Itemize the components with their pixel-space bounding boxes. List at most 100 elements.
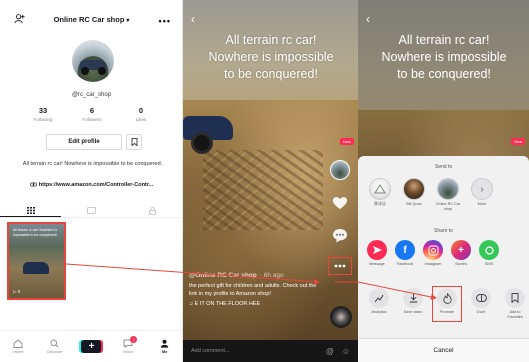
video-headline: All terrain rc car! Nowhere is impossibl… — [191, 32, 351, 83]
tab-videos[interactable] — [0, 204, 61, 217]
message-icon — [367, 240, 387, 260]
music-title[interactable]: ♫ E IT ON THE FLOOR HEE — [189, 301, 319, 307]
nav-discover[interactable]: Discover — [40, 339, 70, 354]
bookmark-icon — [131, 138, 138, 146]
stat-following[interactable]: 33 Following — [22, 106, 64, 122]
share-sms[interactable]: SMS — [478, 240, 500, 266]
profile-link[interactable]: https://www.amazon.com/Controller-Contr.… — [0, 182, 182, 188]
share-label: Facebook — [396, 262, 414, 266]
plus-icon: + — [81, 340, 102, 353]
nav-me[interactable]: Me — [150, 339, 180, 354]
action-label: Add to Favorites — [507, 310, 523, 319]
share-label: Instagram — [424, 262, 442, 266]
save-video-button[interactable]: Save video — [400, 288, 426, 320]
stat-followers[interactable]: 6 Followers — [71, 106, 113, 122]
more-menu-icon[interactable]: ••• — [159, 16, 171, 26]
share-instagram[interactable]: Instagram — [422, 240, 444, 266]
mention-icon[interactable]: @ — [326, 347, 334, 356]
stat-likes[interactable]: 0 Likes — [120, 106, 162, 122]
share-screen: ‹ All terrain rc car! Nowhere is impossi… — [358, 0, 529, 362]
heart-outline-icon — [87, 207, 96, 214]
stories-icon: + — [451, 240, 471, 260]
edit-profile-button[interactable]: Edit profile — [46, 134, 122, 150]
send-to-row: 陈冰洁 Bill Quan Online RC Car shop › More — [366, 178, 496, 212]
video-headline: All terrain rc car! Nowhere is impossibl… — [364, 32, 524, 83]
profile-header: Online RC Car shop ▾ ••• — [0, 12, 182, 30]
rc-car-image — [183, 112, 238, 154]
profile-link-text: https://www.amazon.com/Controller-Contr.… — [38, 182, 154, 188]
comment-icon[interactable] — [332, 228, 348, 243]
music-disc[interactable] — [330, 306, 352, 328]
contact-item[interactable]: Online RC Car shop — [434, 178, 462, 212]
stat-label: Likes — [135, 117, 147, 122]
tab-private[interactable] — [122, 204, 182, 217]
contact-avatar — [403, 178, 425, 200]
facebook-icon: f — [395, 240, 415, 260]
duet-icon — [471, 288, 491, 308]
emoji-icon[interactable]: ☺ — [342, 347, 350, 356]
nav-label: Discover — [47, 349, 63, 354]
back-icon[interactable]: ‹ — [191, 12, 195, 26]
flame-icon — [437, 288, 457, 308]
action-label: Analytics — [371, 310, 387, 314]
profile-actions: Edit profile — [46, 134, 142, 150]
share-facebook[interactable]: f Facebook — [394, 240, 416, 266]
headline-line: All terrain rc car! — [398, 33, 490, 47]
link-icon — [29, 182, 37, 187]
nav-home[interactable]: Home — [3, 339, 33, 354]
profile-title[interactable]: Online RC Car shop ▾ — [0, 15, 182, 24]
share-label: SMS — [484, 262, 494, 266]
headline-line: All terrain rc car! — [225, 33, 317, 47]
analytics-icon — [369, 288, 389, 308]
comment-input[interactable]: Add comment... — [191, 348, 318, 354]
share-sheet: Send to 陈冰洁 Bill Quan Online RC Car shop… — [358, 156, 529, 362]
action-label: Save video — [403, 310, 423, 314]
headline-line: Nowhere is impossible — [381, 50, 507, 64]
video-action-rail — [328, 138, 352, 275]
post-time: · 6h ago — [259, 272, 284, 279]
heart-icon[interactable] — [332, 196, 348, 210]
stat-value: 33 — [38, 106, 48, 115]
profile-bio: All terrain rc car! Nowhere is impossibl… — [22, 161, 163, 167]
chevron-down-icon: ▾ — [126, 18, 130, 24]
promote-button[interactable]: Promote — [432, 286, 462, 322]
analytics-button[interactable]: Analytics — [366, 288, 392, 320]
action-label: Promote — [439, 310, 455, 314]
comment-bar: Add comment... @ ☺ — [183, 340, 358, 362]
video-username[interactable]: @Online RC Car shop · 6h ago — [189, 272, 319, 279]
inbox-badge: 2 — [130, 336, 138, 343]
share-message[interactable]: Message — [366, 240, 388, 266]
profile-tabs — [0, 204, 182, 218]
stat-value: 6 — [89, 106, 95, 115]
nav-create[interactable]: + — [76, 340, 106, 353]
video-thumbnail[interactable]: All terrain rc car! Nowhere is impossibl… — [7, 222, 66, 300]
nav-inbox[interactable]: 2 Inbox — [113, 336, 143, 354]
creator-avatar[interactable] — [330, 160, 350, 180]
share-stories[interactable]: + Stories — [450, 240, 472, 266]
video-description: the perfect gift for children and adults… — [189, 283, 317, 297]
send-to-heading: Send to — [434, 164, 453, 170]
new-badge: New — [510, 138, 525, 145]
add-to-favorites-button[interactable]: Add to Favorites — [502, 288, 528, 320]
search-icon — [50, 339, 60, 348]
contact-item[interactable]: 陈冰洁 — [366, 178, 394, 212]
stat-label: Following — [33, 117, 53, 122]
contact-item[interactable]: Bill Quan — [400, 178, 428, 212]
back-icon[interactable]: ‹ — [366, 12, 370, 26]
chevron-right-icon: › — [471, 178, 493, 200]
person-icon — [160, 339, 169, 348]
share-button[interactable] — [328, 257, 352, 275]
cancel-button[interactable]: Cancel — [358, 338, 529, 362]
play-count: ▷ 0 — [13, 289, 21, 294]
contact-label: More — [477, 202, 487, 206]
lock-icon — [149, 206, 156, 215]
contact-more[interactable]: › More — [468, 178, 496, 212]
avatar[interactable] — [72, 40, 114, 82]
favorites-button[interactable] — [126, 134, 142, 150]
action-label: Duet — [476, 310, 486, 314]
tab-liked[interactable] — [61, 204, 122, 217]
duet-button[interactable]: Duet — [468, 288, 494, 320]
contact-label: Bill Quan — [406, 202, 422, 206]
download-icon — [403, 288, 423, 308]
video-username-text: @Online RC Car shop — [189, 272, 257, 279]
